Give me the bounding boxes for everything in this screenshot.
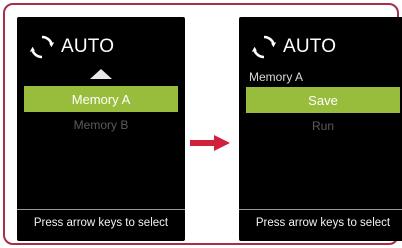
comparison-frame: AUTO Memory A Memory B Press arrow keys … bbox=[3, 3, 402, 245]
mode-title: AUTO bbox=[61, 36, 115, 57]
device-screen-before: AUTO Memory A Memory B Press arrow keys … bbox=[17, 17, 185, 241]
menu-item-selected[interactable]: Memory A bbox=[24, 86, 178, 112]
menu-item-label: Memory A bbox=[71, 91, 131, 107]
arrow-right-icon bbox=[190, 135, 230, 151]
refresh-icon bbox=[29, 34, 55, 60]
refresh-icon bbox=[251, 34, 277, 60]
footer-divider bbox=[239, 209, 402, 210]
footer-hint: Press arrow keys to select bbox=[255, 217, 391, 229]
menu-item-selected[interactable]: Save bbox=[246, 87, 400, 113]
screen-header: AUTO bbox=[251, 33, 336, 61]
device-screen-after: AUTO Memory A Save Run Press arrow keys … bbox=[239, 17, 402, 241]
menu-item[interactable]: Run bbox=[239, 119, 402, 133]
screen-header: AUTO bbox=[29, 33, 114, 61]
footer-divider bbox=[17, 209, 185, 210]
triangle-up-icon[interactable] bbox=[90, 69, 112, 79]
menu-item[interactable]: Memory B bbox=[17, 118, 185, 132]
footer-hint: Press arrow keys to select bbox=[33, 217, 169, 229]
menu-item-label: Save bbox=[308, 92, 338, 108]
breadcrumb: Memory A bbox=[249, 70, 304, 84]
mode-title: AUTO bbox=[283, 36, 337, 57]
